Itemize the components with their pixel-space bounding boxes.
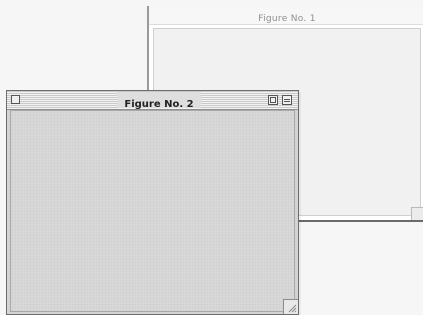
close-box-icon[interactable] [11, 95, 20, 104]
window-title-1: Figure No. 1 [258, 14, 316, 24]
collapse-box-icon[interactable] [282, 95, 292, 105]
window-title-2: Figure No. 2 [124, 99, 194, 110]
window-titlebar-1[interactable]: Figure No. 1 [149, 6, 423, 25]
figure-canvas-2 [10, 110, 295, 312]
zoom-box-icon[interactable] [268, 95, 278, 105]
window-title-area-2: Figure No. 2 [117, 92, 201, 110]
window-titlebar-2[interactable]: Figure No. 2 [7, 91, 298, 110]
figure-window-2[interactable]: Figure No. 2 [6, 90, 299, 315]
resize-grip-icon[interactable] [283, 299, 298, 314]
resize-grip-icon[interactable] [411, 207, 423, 220]
